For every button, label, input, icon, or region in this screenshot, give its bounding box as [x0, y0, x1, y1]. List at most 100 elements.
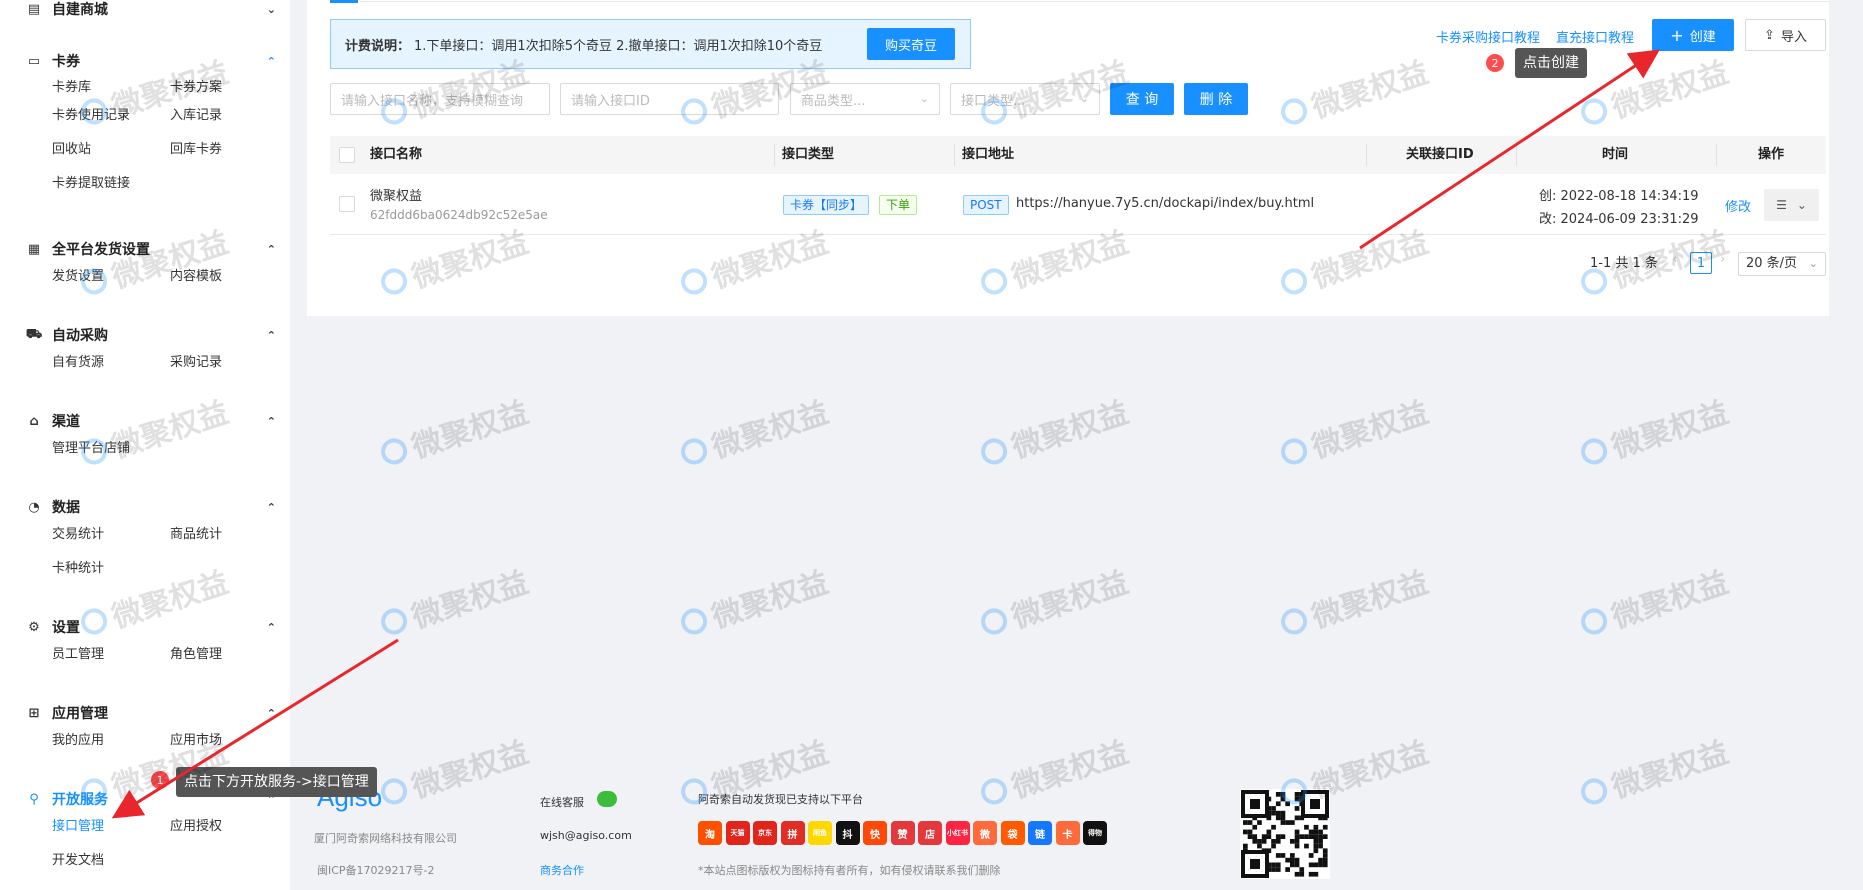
- query-button[interactable]: 查 询: [1110, 83, 1174, 115]
- watermark: 微聚权益: [1275, 388, 1433, 477]
- page-number[interactable]: 1: [1690, 252, 1712, 274]
- delete-button[interactable]: 删 除: [1184, 83, 1248, 115]
- watermark-text: 微聚权益: [1307, 395, 1433, 466]
- sidebar-item[interactable]: 采购记录: [170, 352, 222, 374]
- watermark-logo-icon: [677, 605, 711, 638]
- plug-icon: ⚲: [29, 791, 39, 807]
- sidebar-group-title: 应用管理: [52, 706, 108, 722]
- sidebar-group-0[interactable]: ▤ 自建商城 ⌄: [26, 0, 276, 21]
- sidebar-item[interactable]: 应用市场: [170, 730, 222, 752]
- recharge-api-tutorial-link[interactable]: 直充接口教程: [1556, 27, 1634, 46]
- grid-icon: ▦: [27, 241, 41, 257]
- sidebar-item[interactable]: 回库卡券: [170, 139, 222, 161]
- sidebar-item[interactable]: 开发文档: [52, 850, 104, 872]
- chevron-up-icon: ⌃: [266, 414, 276, 428]
- more-actions-dropdown[interactable]: ☰ ⌄: [1764, 189, 1819, 221]
- page-size-select[interactable]: 20 条/页 ⌄: [1738, 252, 1826, 276]
- platform-icon: 微: [973, 821, 997, 845]
- sidebar-group-title: 全平台发货设置: [52, 242, 150, 258]
- watermark-logo-icon: [677, 435, 711, 468]
- row-checkbox[interactable]: [339, 196, 355, 212]
- chevron-up-icon: ⌃: [266, 242, 276, 256]
- chevron-down-icon: ⌄: [1808, 257, 1818, 270]
- sidebar-item[interactable]: 接口管理: [52, 816, 104, 838]
- column-separator: [954, 144, 955, 166]
- sidebar-item[interactable]: 卡券使用记录: [52, 105, 130, 127]
- sidebar-group-2[interactable]: ▦ 全平台发货设置 ⌃: [26, 237, 276, 261]
- contact-email[interactable]: wjsh@agiso.com: [540, 829, 632, 842]
- sidebar-group-title: 自建商城: [52, 2, 108, 18]
- sidebar-item[interactable]: 卡券方案: [170, 77, 222, 99]
- watermark: 微聚权益: [375, 728, 533, 817]
- chevron-down-icon: ⌄: [266, 2, 276, 16]
- modified-time: 改: 2024-06-09 23:31:29: [1539, 212, 1699, 227]
- sidebar-group-4[interactable]: ⌂ 渠道 ⌃: [26, 409, 276, 433]
- sidebar-item[interactable]: 自有货源: [52, 352, 104, 374]
- select-all-checkbox[interactable]: [339, 147, 355, 163]
- watermark: 微聚权益: [375, 388, 533, 477]
- create-button[interactable]: + 创建: [1652, 19, 1734, 51]
- business-link[interactable]: 商务合作: [540, 862, 584, 878]
- watermark: 微聚权益: [975, 388, 1133, 477]
- sidebar-item[interactable]: 交易统计: [52, 524, 104, 546]
- header-time: 时间: [1602, 147, 1629, 162]
- watermark-logo-icon: [1577, 605, 1611, 638]
- sidebar-item[interactable]: 回收站: [52, 139, 91, 161]
- next-page-icon[interactable]: ›: [1720, 252, 1725, 267]
- sidebar-item[interactable]: 应用授权: [170, 816, 222, 838]
- platform-icon: 得物: [1083, 821, 1107, 845]
- sidebar-group-1[interactable]: ▭ 卡券 ⌃: [26, 49, 276, 73]
- sidebar-item[interactable]: 发货设置: [52, 266, 104, 288]
- platform-icon: 袋: [1000, 821, 1025, 845]
- watermark-logo-icon: [377, 605, 411, 638]
- platform-icon: 卡: [1055, 821, 1080, 845]
- import-button[interactable]: ⇪ 导入: [1745, 19, 1826, 51]
- wechat-icon[interactable]: [597, 791, 617, 807]
- sidebar-item[interactable]: 我的应用: [52, 730, 104, 752]
- sidebar-item[interactable]: 员工管理: [52, 644, 104, 666]
- billing-label: 计费说明：: [345, 38, 411, 54]
- sidebar-item[interactable]: 卡券库: [52, 77, 91, 99]
- goods-type-placeholder: 商品类型...: [801, 93, 866, 109]
- platforms-note: *本站点图标版权为图标持有者所有，如有侵权请联系我们删除: [698, 864, 1001, 877]
- step2-tooltip: 点击创建: [1515, 48, 1587, 78]
- icp-number[interactable]: 闽ICP备17029217号-2: [317, 862, 435, 878]
- chevron-up-icon: ⌃: [266, 500, 276, 514]
- card-api-tutorial-link[interactable]: 卡券采购接口教程: [1436, 27, 1540, 46]
- prev-page-icon[interactable]: ‹: [1672, 252, 1677, 267]
- apps-icon: ⊞: [28, 705, 40, 721]
- api-id-input[interactable]: 请输入接口ID: [560, 83, 779, 115]
- sidebar: ▤ 自建商城 ⌄ ▭ 卡券 ⌃ 卡券库 卡券方案 卡券使用记录 入库记录 回收站 回库卡券 卡券提取链接…: [0, 0, 290, 890]
- api-url: https://hanyue.7y5.cn/dockapi/index/buy.…: [1016, 196, 1315, 211]
- sidebar-group-5[interactable]: ◔ 数据 ⌃: [26, 495, 276, 519]
- sidebar-item[interactable]: 卡种统计: [52, 558, 104, 580]
- watermark: 微聚权益: [375, 558, 533, 647]
- sidebar-item[interactable]: 商品统计: [170, 524, 222, 546]
- sidebar-item[interactable]: 角色管理: [170, 644, 222, 666]
- watermark-text: 微聚权益: [407, 735, 533, 806]
- table-row: 微聚权益 62fddd6ba0624db92c52e5ae 卡券【同步】 下单 …: [330, 174, 1826, 235]
- watermark-logo-icon: [377, 435, 411, 468]
- header-api-name: 接口名称: [370, 147, 423, 162]
- watermark: 微聚权益: [1575, 728, 1733, 817]
- edit-link[interactable]: 修改: [1725, 196, 1751, 215]
- watermark-text: 微聚权益: [1307, 565, 1433, 636]
- buy-beans-button[interactable]: 购买奇豆: [867, 28, 955, 60]
- sidebar-group-7[interactable]: ⊞ 应用管理 ⌃: [26, 701, 276, 725]
- sidebar-item[interactable]: 管理平台店铺: [52, 438, 130, 460]
- goods-type-select[interactable]: 商品类型... ⌄: [790, 83, 940, 115]
- sidebar-group-6[interactable]: ⚙ 设置 ⌃: [26, 615, 276, 639]
- watermark-text: 微聚权益: [707, 565, 833, 636]
- sidebar-item[interactable]: 内容模板: [170, 266, 222, 288]
- sidebar-item[interactable]: 卡券提取链接: [52, 173, 130, 195]
- watermark-logo-icon: [377, 775, 411, 808]
- api-type-select[interactable]: 接口类型... ⌄: [950, 83, 1100, 115]
- billing-text: 1.下单接口：调用1次扣除5个奇豆 2.撤单接口：调用1次扣除10个奇豆: [414, 38, 823, 54]
- watermark-text: 微聚权益: [1607, 735, 1733, 806]
- column-separator: [774, 144, 775, 166]
- chevron-up-icon: ⌃: [266, 620, 276, 634]
- sidebar-item[interactable]: 入库记录: [170, 105, 222, 127]
- import-label: 导入: [1780, 29, 1807, 45]
- api-name-input[interactable]: 请输入接口名称，支持模糊查询: [330, 83, 550, 115]
- sidebar-group-3[interactable]: ⛟ 自动采购 ⌃: [26, 323, 276, 347]
